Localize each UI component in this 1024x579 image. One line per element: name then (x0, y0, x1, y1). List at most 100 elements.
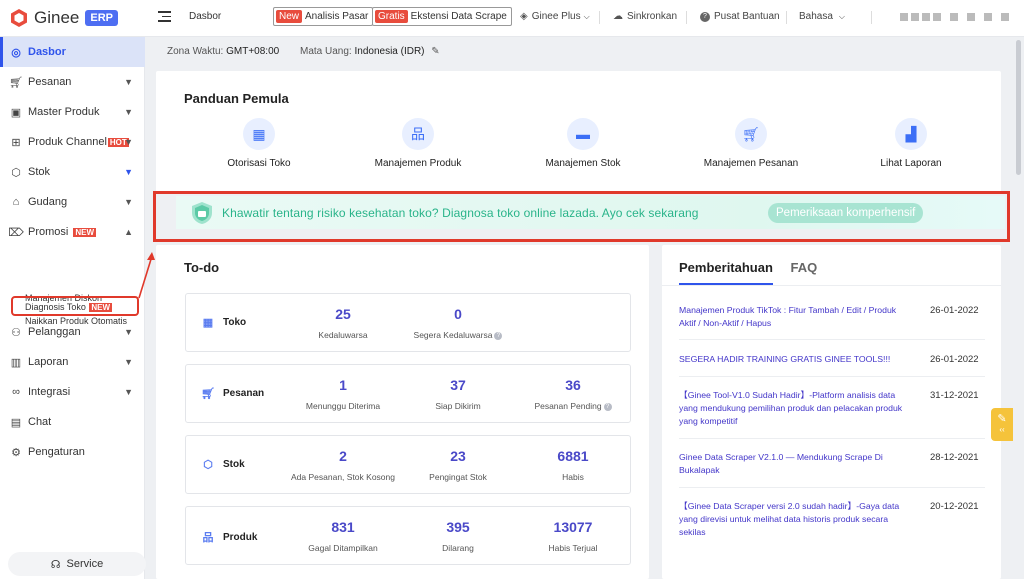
notice-item[interactable]: Manajemen Produk TikTok : Fitur Tambah /… (679, 304, 909, 330)
metric-value: 23 (450, 448, 466, 464)
metric-caption: Gagal Ditampilkan (308, 543, 378, 553)
timezone-info: Zona Waktu: GMT+08:00 (167, 46, 279, 57)
chevron-down-icon: ▼ (124, 167, 133, 177)
logo[interactable]: Ginee ERP (9, 8, 118, 28)
ginee-plus-menu[interactable]: ◈ Ginee Plus ⌵ (520, 11, 590, 22)
metric-caption-wrap: Pesanan Pending? (508, 401, 638, 411)
app-name: Ginee (34, 8, 80, 27)
todo-group-label: ⬡ Stok (201, 458, 244, 471)
metric-caption: Menunggu Diterima (305, 401, 381, 411)
sidebar-item-master-produk[interactable]: ▣ Master Produk ▼ (0, 97, 145, 127)
tab-pemberitahuan[interactable]: Pemberitahuan (679, 260, 773, 275)
sidebar-item-chat[interactable]: ▤ Chat (0, 407, 145, 437)
sidebar-item-label: Dasbor (28, 46, 66, 58)
service-button[interactable]: ☊ Service (8, 552, 146, 576)
todo-metric-kedaluwarsa[interactable]: 25 Kedaluwarsa (278, 306, 408, 340)
guide-item-otorisasi-toko[interactable]: ▦ Otorisasi Toko (194, 118, 324, 169)
todo-group-produk: 品 Produk 831 Gagal Ditampilkan 395 Dilar… (185, 506, 631, 565)
scrape-extension-button[interactable]: Gratis Ekstensi Data Scrape (372, 7, 512, 26)
sidebar-item-pengaturan[interactable]: ⚙ Pengaturan (0, 437, 145, 467)
sidebar-item-produk-channel[interactable]: ⊞ Produk Channel HOT ▼ (0, 127, 145, 157)
currency-value: Indonesia (IDR) (354, 46, 425, 57)
todo-metric-pesanan-pending[interactable]: 36 Pesanan Pending? (508, 377, 638, 411)
hierarchy-icon: 品 (402, 118, 434, 150)
help-icon[interactable]: ? (603, 402, 612, 411)
market-analysis-button[interactable]: New Analisis Pasar (273, 7, 374, 26)
metric-caption: Ada Pesanan, Stok Kosong (291, 472, 395, 482)
notice-item[interactable]: 【Ginee Tool-V1.0 Sudah Hadir】-Platform a… (679, 389, 909, 428)
guide-item-label: Lihat Laporan (880, 158, 942, 169)
sidebar-item-label: Master Produk (28, 106, 100, 118)
market-analysis-label: Analisis Pasar (305, 11, 369, 22)
sidebar-item-pelanggan[interactable]: ⚇ Pelanggan ▼ (0, 317, 145, 347)
todo-group-label: 🛒︎ Pesanan (201, 387, 264, 400)
todo-metric-pengingat-stok[interactable]: 23 Pengingat Stok (393, 448, 523, 482)
sidebar-item-integrasi[interactable]: ∞ Integrasi ▼ (0, 377, 145, 407)
metric-caption-wrap: Segera Kedaluwarsa? (393, 330, 523, 340)
sidebar-item-dasbor[interactable]: ◎ Dasbor (0, 37, 145, 67)
todo-group-name: Pesanan (223, 388, 265, 399)
collapse-icon: ‹‹ (999, 425, 1005, 434)
help-center-button[interactable]: ? Pusat Bantuan (700, 11, 780, 22)
sidebar-item-stok[interactable]: ⬡ Stok ▼ (0, 157, 145, 187)
free-tag: Gratis (375, 10, 408, 23)
edit-icon[interactable]: ✎ (431, 46, 439, 57)
divider (871, 11, 872, 24)
divider (679, 376, 985, 377)
sidebar-item-label: Integrasi (28, 386, 71, 398)
tab-faq[interactable]: FAQ (791, 260, 818, 275)
todo-metric-habis[interactable]: 6881 Habis (508, 448, 638, 482)
divider (679, 339, 985, 340)
todo-title: To-do (184, 260, 220, 275)
metric-value: 25 (335, 306, 351, 322)
metric-value: 13077 (553, 519, 593, 535)
breadcrumb[interactable]: Dasbor (189, 11, 221, 22)
guide-item-manajemen-pesanan[interactable]: 🛒︎ Manajemen Pesanan (686, 118, 816, 169)
box-icon: ⬡ (11, 166, 21, 179)
todo-group-name: Produk (223, 531, 258, 543)
todo-metric-stok-kosong[interactable]: 2 Ada Pesanan, Stok Kosong (278, 448, 408, 482)
sidebar-item-laporan[interactable]: ▥ Laporan ▼ (0, 347, 145, 377)
metric-caption: Siap Dikirim (435, 401, 481, 411)
menu-toggle-icon[interactable] (158, 11, 171, 23)
sidebar-item-promosi[interactable]: ⌦ Promosi NEW ▲ (0, 217, 145, 247)
chevron-down-icon: ▼ (124, 77, 133, 87)
todo-metric-segera-kedaluwarsa[interactable]: 0 Segera Kedaluwarsa? (393, 306, 523, 340)
floating-helper-button[interactable]: ✎ ‹‹ (991, 408, 1013, 441)
user-account-menu[interactable] (900, 13, 1009, 21)
todo-metric-habis-terjual[interactable]: 13077 Habis Terjual (508, 519, 638, 553)
notice-item[interactable]: 【Ginee Data Scraper versi 2.0 sudah hadi… (679, 500, 909, 539)
new-badge: NEW (73, 227, 97, 237)
sidebar-item-label: Produk Channel (28, 136, 107, 148)
gear-icon: ⚙ (11, 446, 21, 459)
guide-item-label: Manajemen Produk (374, 158, 462, 169)
scrollbar[interactable] (1016, 40, 1021, 175)
todo-metric-dilarang[interactable]: 395 Dilarang (393, 519, 523, 553)
guide-item-manajemen-stok[interactable]: ▬ Manajemen Stok (518, 118, 648, 169)
todo-metric-menunggu-diterima[interactable]: 1 Menunggu Diterima (278, 377, 408, 411)
language-menu[interactable]: Bahasa ⌵ (799, 11, 845, 22)
cloud-icon: ☁ (613, 11, 623, 22)
diagnosis-toko-highlight (11, 296, 139, 316)
metric-caption: Pengingat Stok (429, 472, 487, 482)
sync-button[interactable]: ☁ Sinkronkan (613, 11, 677, 22)
notice-item[interactable]: SEGERA HADIR TRAINING GRATIS GINEE TOOLS… (679, 353, 909, 366)
chevron-down-icon: ▼ (124, 327, 133, 337)
divider (662, 285, 1001, 286)
todo-metric-gagal-ditampilkan[interactable]: 831 Gagal Ditampilkan (278, 519, 408, 553)
todo-group-toko: ▦ Toko 25 Kedaluwarsa 0 Segera Kedaluwar… (185, 293, 631, 352)
sidebar-item-label: Pesanan (28, 76, 72, 88)
chevron-down-icon: ▼ (124, 387, 133, 397)
sidebar-item-pesanan[interactable]: 🛒︎ Pesanan ▼ (0, 67, 145, 97)
chevron-down-icon: ▼ (124, 357, 133, 367)
sidebar-item-gudang[interactable]: ⌂ Gudang ▼ (0, 187, 145, 217)
todo-metric-siap-dikirim[interactable]: 37 Siap Dikirim (393, 377, 523, 411)
help-icon[interactable]: ? (494, 331, 503, 340)
notice-item[interactable]: Ginee Data Scraper V2.1.0 — Mendukung Sc… (679, 451, 909, 477)
guide-item-manajemen-produk[interactable]: 品 Manajemen Produk (353, 118, 483, 169)
metric-caption: Segera Kedaluwarsa (413, 330, 493, 340)
tag-icon: ⌦ (8, 226, 24, 239)
channel-icon: ⊞ (11, 136, 21, 149)
guide-title: Panduan Pemula (184, 91, 289, 106)
guide-item-lihat-laporan[interactable]: ▟ Lihat Laporan (846, 118, 976, 169)
